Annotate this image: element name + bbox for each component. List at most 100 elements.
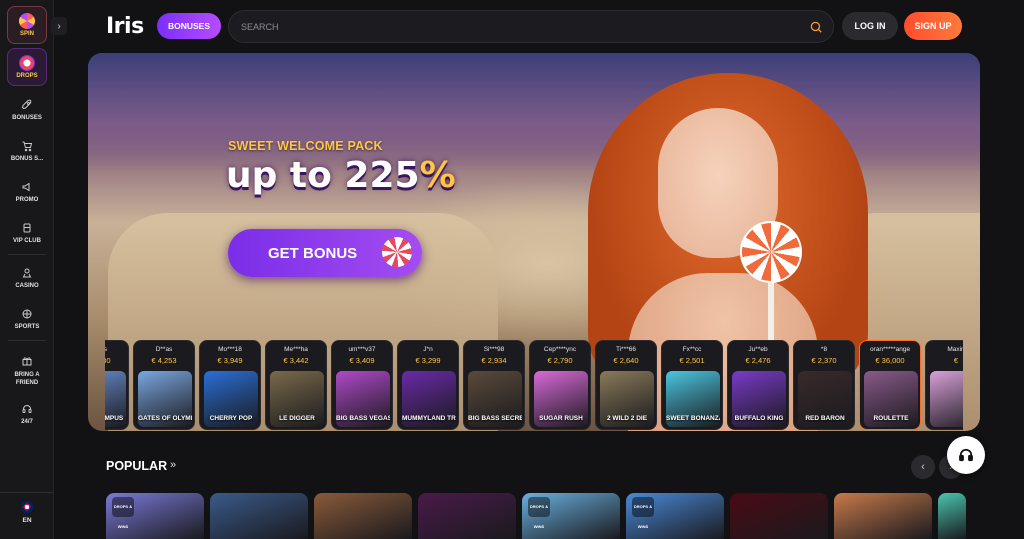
winner-card[interactable]: J*n € 3,299 MUMMYLAND TREASURES — [397, 340, 459, 430]
uk-flag-icon — [21, 501, 33, 513]
winner-name: Maxin — [947, 346, 963, 353]
winner-name: Ti***66 — [616, 346, 636, 353]
winner-card[interactable]: Me***ha € 3,442 LE DIGGER — [265, 340, 327, 430]
winner-card[interactable]: Si***98 € 2,934 BIG BASS SECRETS — [463, 340, 525, 430]
spin-button[interactable]: SPIN — [7, 6, 47, 44]
winner-name: J*n — [423, 346, 433, 353]
drops-button[interactable]: DROPS — [7, 48, 47, 86]
winner-card[interactable]: oran*****ange € 36,000 ROULETTE — [859, 340, 921, 430]
crown-icon — [23, 223, 31, 233]
candy-icon — [382, 237, 412, 267]
game-title: GATES OF OLYMPUS — [138, 415, 192, 422]
hero-title-percent: % — [419, 155, 456, 196]
sidebar-item-sports[interactable]: SPORTS — [0, 303, 54, 335]
language-label: EN — [22, 517, 32, 524]
winner-card[interactable]: ***nus € 5,180 S OF OLYMPUS — [105, 340, 129, 430]
winner-amount: € 5,180 — [105, 356, 111, 365]
winner-name: ***nus — [105, 346, 128, 353]
sidebar-item-label: CASINO — [15, 283, 39, 289]
winner-card[interactable]: Ju**eb € 2,476 BUFFALO KING — [727, 340, 789, 430]
hero-kicker: SWEET WELCOME PACK — [228, 139, 383, 153]
recent-winners-strip: ***nus € 5,180 S OF OLYMPUS D**as € 4,253 GAT… — [105, 340, 963, 430]
hero-title: up to 225% — [226, 155, 456, 196]
game-tile[interactable] — [834, 493, 932, 539]
game-title: MUMMYLAND TREASURES — [402, 415, 456, 422]
language-selector[interactable]: EN — [0, 492, 54, 532]
popular-section-title[interactable]: POPULAR — [106, 459, 167, 473]
live-chat-button[interactable] — [947, 436, 985, 474]
sidebar-divider — [8, 340, 46, 341]
winner-amount: € 2,501 — [679, 356, 705, 365]
winner-card[interactable]: Cep****ync € 2,790 SUGAR RUSH — [529, 340, 591, 430]
game-tile[interactable]: DROPS & WINS — [106, 493, 204, 539]
winner-card[interactable]: D**as € 4,253 GATES OF OLYMPUS — [133, 340, 195, 430]
game-tile[interactable] — [418, 493, 516, 539]
winner-card[interactable]: *8 € 2,370 RED BARON — [793, 340, 855, 430]
search-bar[interactable] — [228, 10, 834, 43]
winner-card[interactable]: Ti***66 € 2,640 2 WILD 2 DIE — [595, 340, 657, 430]
signup-button[interactable]: SIGN UP — [904, 12, 962, 40]
game-tile[interactable] — [210, 493, 308, 539]
chevron-right-icon[interactable]: » — [170, 459, 176, 471]
sidebar-item-label: SPORTS — [14, 324, 40, 330]
game-tile[interactable] — [314, 493, 412, 539]
game-title: BIG BASS VEGAS — [336, 415, 390, 422]
sidebar-item-support[interactable]: 24/7 — [0, 398, 54, 430]
search-input[interactable] — [241, 19, 801, 35]
drops-label: DROPS — [16, 73, 38, 79]
winner-card[interactable]: um***v37 € 3,409 BIG BASS VEGAS — [331, 340, 393, 430]
get-bonus-button[interactable]: GET BONUS — [228, 229, 422, 277]
logo[interactable]: Iris — [106, 14, 144, 39]
spin-wheel-icon — [19, 13, 35, 29]
sidebar-item-label: PROMO — [15, 197, 39, 203]
winner-name: Me***ha — [284, 346, 308, 353]
search-icon[interactable] — [809, 20, 823, 34]
sidebar-item-casino[interactable]: CASINO — [0, 262, 54, 294]
sidebar-divider — [8, 254, 46, 255]
megaphone-icon — [22, 182, 30, 192]
sidebar-item-promo[interactable]: PROMO — [0, 176, 54, 208]
login-button[interactable]: LOG IN — [842, 12, 898, 40]
game-title: LE DIGGER — [279, 415, 315, 422]
rocket-icon — [21, 99, 32, 110]
sidebar-collapse-button[interactable]: › — [51, 17, 67, 35]
game-title: SUGAR RUSH — [539, 415, 583, 422]
winner-name: um***v37 — [348, 346, 376, 353]
winner-name: Si***98 — [483, 346, 505, 353]
game-title: ROULETTE — [873, 415, 909, 422]
sidebar-item-label: 24/7 — [21, 419, 33, 425]
spin-label: SPIN — [19, 31, 34, 37]
winner-amount: € 36,000 — [875, 356, 905, 365]
logo-text: Iris — [106, 14, 144, 39]
sidebar-item-bring-a-friend[interactable]: BRING A FRIEND — [0, 350, 54, 392]
game-tile[interactable]: DROPS & WINS — [626, 493, 724, 539]
winner-amount: € 3,409 — [349, 356, 375, 365]
sidebar-item-bonuses[interactable]: BONUSES — [0, 94, 54, 126]
drops-wins-badge: DROPS & WINS — [632, 497, 654, 529]
winner-amount: € 4,253 — [151, 356, 177, 365]
hero-title-main: up to 225 — [226, 155, 420, 196]
bonuses-button[interactable]: BONUSES — [157, 13, 221, 39]
cards-icon — [22, 268, 32, 278]
sidebar-item-bonus-shop[interactable]: BONUS S... — [0, 135, 54, 167]
game-tile[interactable] — [938, 493, 966, 539]
winner-name: oran*****ange — [869, 346, 911, 353]
winner-card[interactable]: Maxin € — [925, 340, 963, 430]
winner-name: Ju**eb — [748, 346, 768, 353]
game-title: S OF OLYMPUS — [105, 415, 124, 422]
winner-card[interactable]: Fx**cc € 2,501 SWEET BONANZA 1000 — [661, 340, 723, 430]
winner-amount: € — [953, 356, 959, 365]
sidebar-item-label: VIP CLUB — [13, 238, 41, 244]
sidebar-item-label: BONUS S... — [10, 156, 44, 162]
carousel-prev-button[interactable]: ‹ — [911, 455, 935, 479]
winner-card[interactable]: Mo***18 € 3,949 CHERRY POP — [199, 340, 261, 430]
game-title: SWEET BONANZA 1000 — [666, 415, 720, 422]
winner-amount: € 3,949 — [217, 356, 243, 365]
game-title: CHERRY POP — [209, 415, 253, 422]
sidebar: SPIN DROPS BONUSES BONUS S... PROMO VIP … — [0, 0, 54, 539]
sidebar-item-vip-club[interactable]: VIP CLUB — [0, 217, 54, 249]
game-tile[interactable]: DROPS & WINS — [522, 493, 620, 539]
game-tile[interactable] — [730, 493, 828, 539]
game-title: BIG BASS SECRETS — [468, 415, 522, 422]
game-title: 2 WILD 2 DIE — [606, 415, 648, 422]
